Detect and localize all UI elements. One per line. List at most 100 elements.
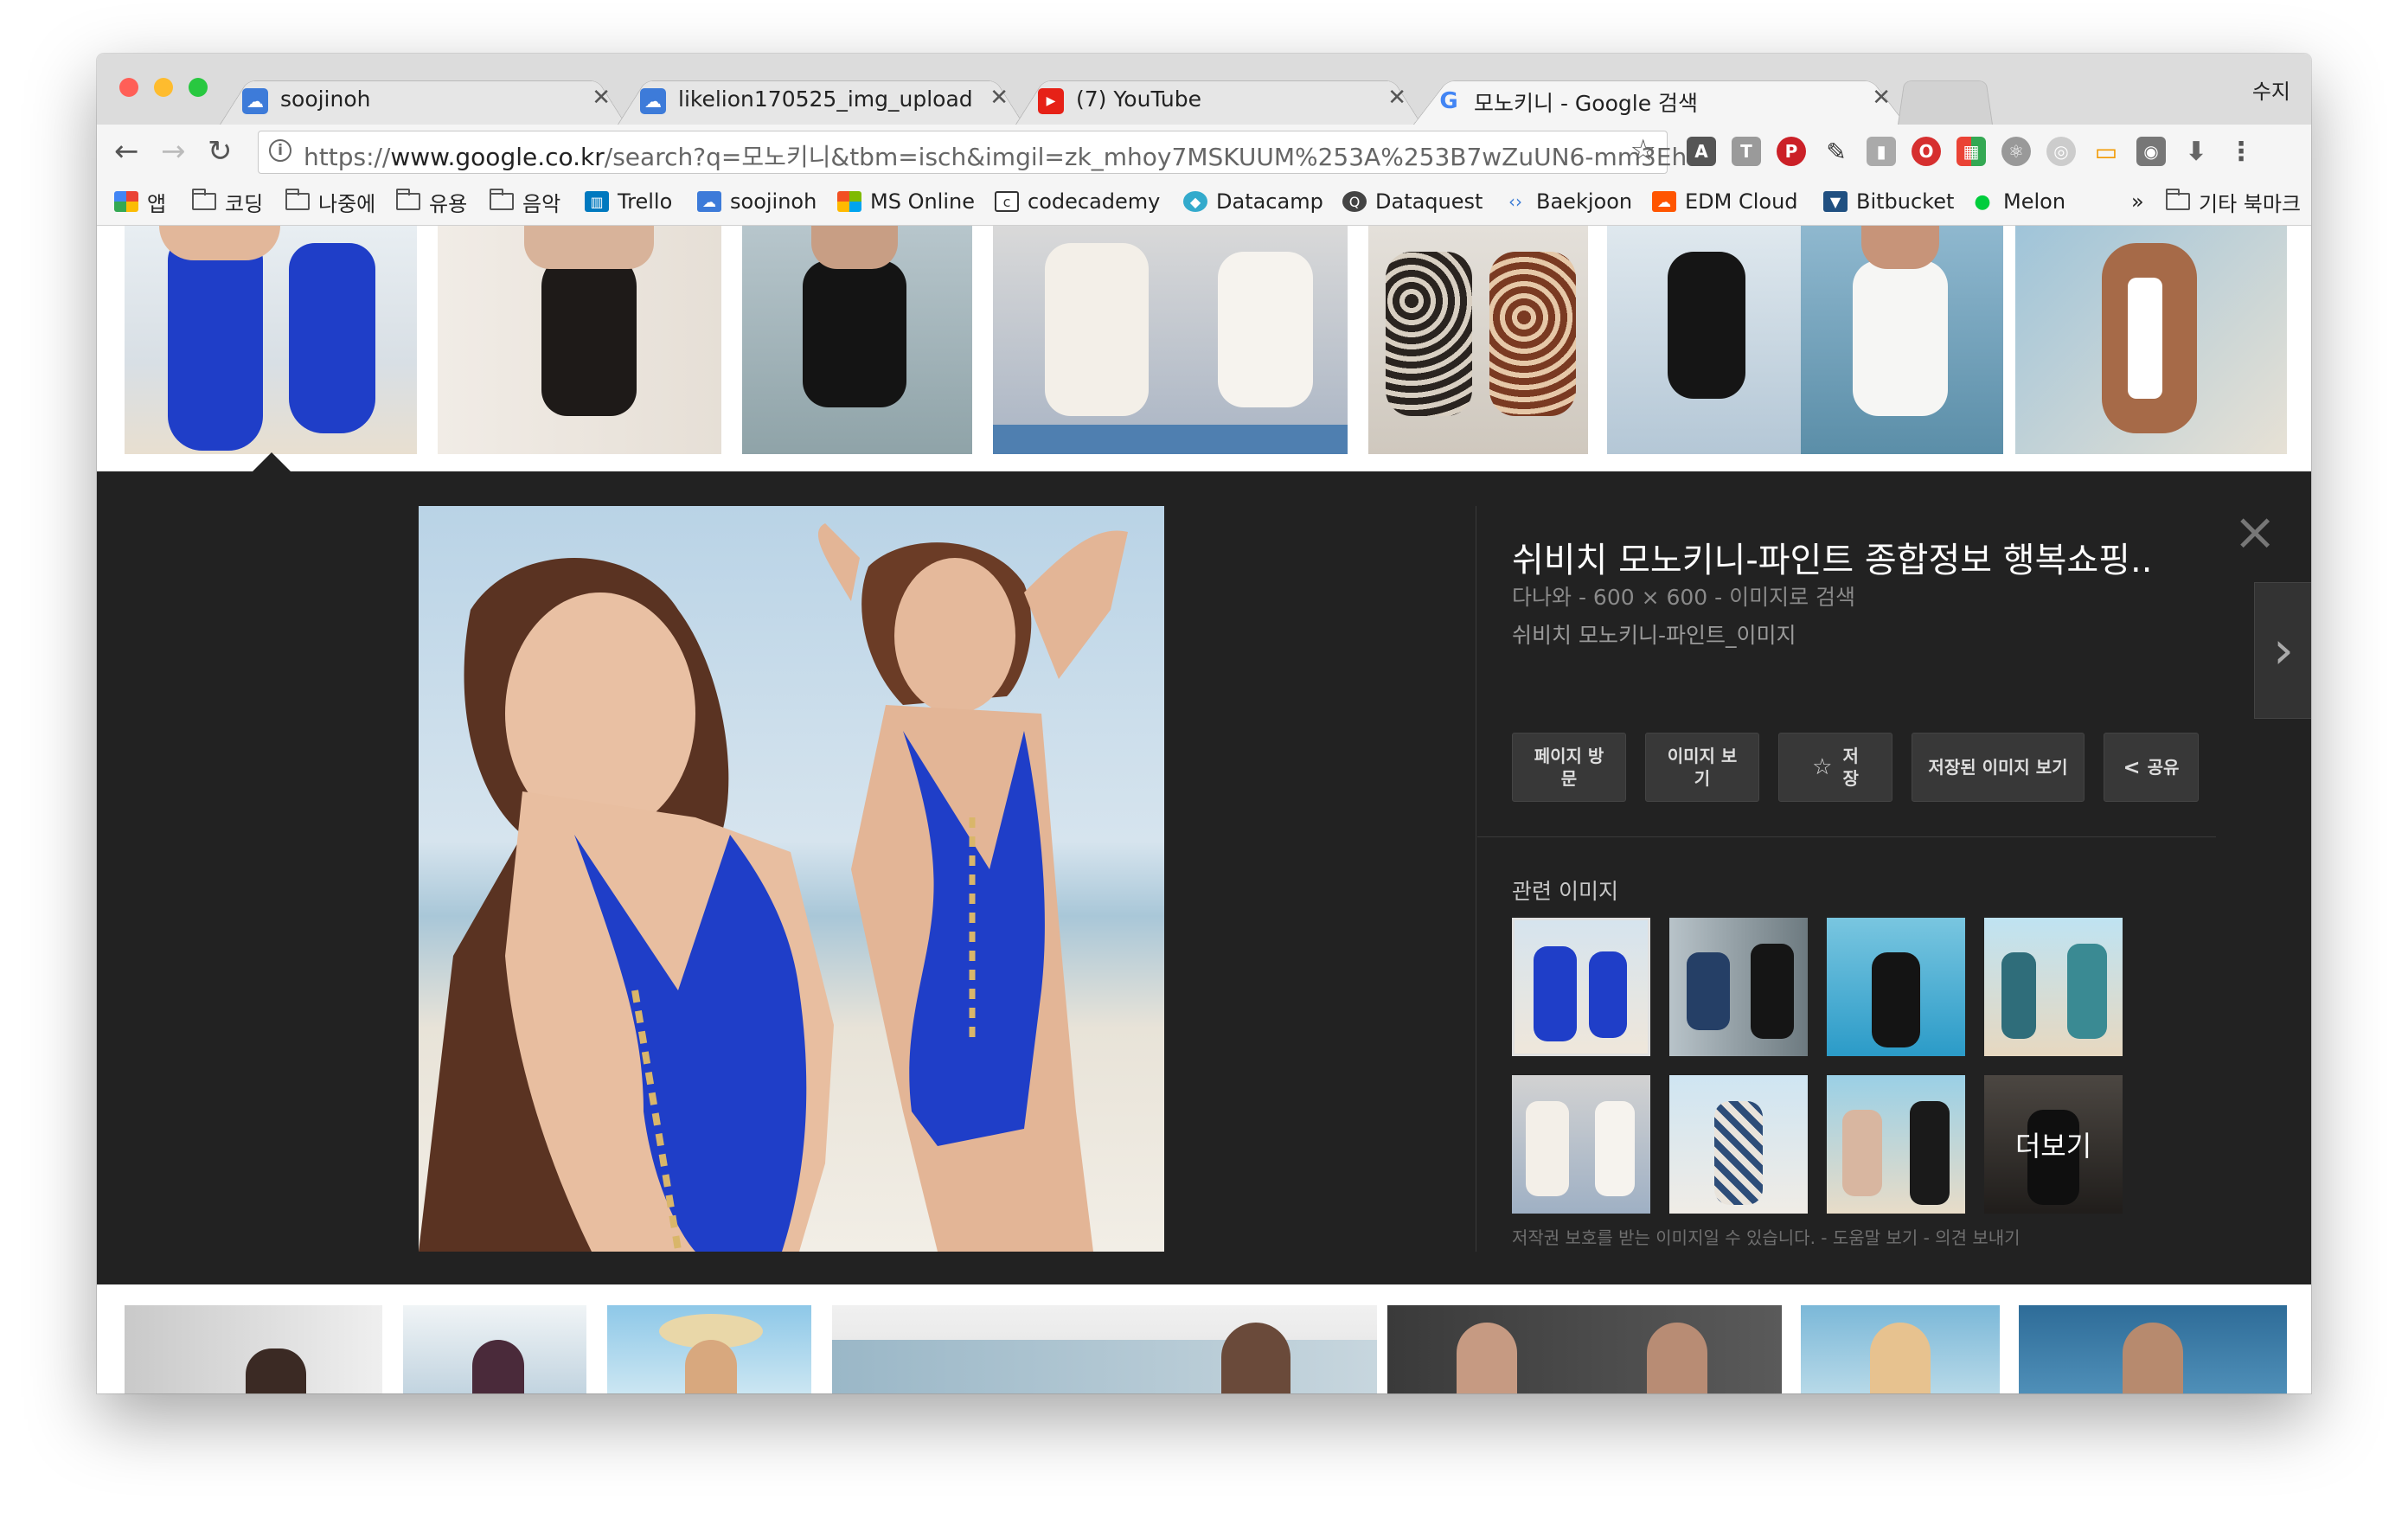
camera-icon[interactable]: ◉ [2136, 137, 2166, 166]
bookmark-codecademy[interactable]: c codecademy [995, 187, 1160, 216]
image-title[interactable]: 쉬비치 모노키니-파인트 종합정보 행복쇼핑.. [1512, 532, 2152, 582]
folder-icon [490, 189, 514, 210]
result-thumbnail[interactable] [993, 226, 1348, 454]
forward-arrow-icon[interactable]: → [161, 135, 186, 168]
minimize-window-button[interactable] [154, 78, 173, 97]
preview-image[interactable] [419, 506, 1164, 1252]
bookmark-label: MS Online [870, 189, 975, 214]
share-icon: < [2123, 755, 2141, 779]
result-thumbnail[interactable] [607, 1305, 811, 1393]
bookmark-melon[interactable]: ● Melon [1970, 187, 2065, 216]
close-icon[interactable]: × [2233, 506, 2277, 558]
result-thumbnail[interactable] [1801, 1305, 2000, 1393]
result-thumbnail[interactable] [438, 226, 721, 454]
bookmark-dataquest[interactable]: Q Dataquest [1342, 187, 1483, 216]
bookmark-folder-coding[interactable]: 코딩 [192, 187, 263, 216]
bookmarks-overflow-button[interactable]: » [2131, 187, 2144, 216]
circle-extension-icon[interactable]: ◎ [2046, 137, 2076, 166]
bookmark-folder-music[interactable]: 음악 [490, 187, 560, 216]
tab-likelion[interactable]: ☁ likelion170525_img_upload - C ✕ [618, 71, 1024, 125]
image-meta[interactable]: 다나와 - 600 × 600 - 이미지로 검색 [1512, 580, 1855, 612]
related-image[interactable] [1512, 1075, 1650, 1214]
related-image[interactable] [1827, 918, 1965, 1056]
result-thumbnail[interactable] [2015, 226, 2287, 454]
result-thumbnail[interactable] [742, 226, 972, 454]
result-thumbnail[interactable] [2019, 1305, 2287, 1393]
pinterest-icon[interactable]: P [1777, 137, 1806, 166]
result-thumbnail[interactable] [1368, 226, 1588, 454]
close-tab-icon[interactable]: ✕ [1872, 85, 1891, 111]
related-images-heading: 관련 이미지 [1512, 879, 1618, 904]
text-extension-icon[interactable]: T [1732, 137, 1761, 166]
address-bar[interactable]: i https://www.google.co.kr/search?q=모노키니… [258, 131, 1710, 174]
browser-toolbar: ← → ↻ i https://www.google.co.kr/search?… [97, 125, 2311, 178]
result-thumbnail[interactable] [832, 1305, 1377, 1393]
bookmark-edm-cloud[interactable]: ☁ EDM Cloud [1652, 187, 1798, 216]
chevron-right-icon: › [2273, 620, 2294, 681]
close-window-button[interactable] [119, 78, 138, 97]
view-image-button[interactable]: 이미지 보기 [1645, 733, 1759, 802]
download-icon[interactable]: ⬇ [2181, 137, 2211, 167]
tab-soojinoh[interactable]: ☁ soojinoh ✕ [220, 71, 626, 125]
more-label: 더보기 [1984, 1075, 2123, 1214]
result-thumbnail[interactable] [1607, 226, 1801, 454]
image-subtitle: 쉬비치 모노키니-파인트_이미지 [1512, 623, 1796, 648]
next-image-button[interactable]: › [2254, 582, 2311, 719]
melon-icon: ● [1974, 190, 1991, 213]
visit-page-button[interactable]: 페이지 방문 [1512, 733, 1626, 802]
result-thumbnail[interactable] [1801, 226, 2003, 454]
cloud-icon: ☁ [242, 88, 268, 114]
more-related-images-button[interactable]: 더보기 [1984, 1075, 2123, 1214]
tab-title: likelion170525_img_upload - C [678, 86, 972, 112]
related-image[interactable] [1669, 918, 1808, 1056]
bookmark-soojinoh[interactable]: ☁ soojinoh [697, 187, 817, 216]
close-tab-icon[interactable]: ✕ [989, 85, 1009, 111]
bookmark-folder-later[interactable]: 나중에 [285, 187, 375, 216]
info-icon[interactable]: i [269, 139, 291, 162]
more-vert-icon[interactable]: ⋮ [2226, 137, 2256, 167]
bookmark-folder-useful[interactable]: 유용 [396, 187, 467, 216]
saved-images-button[interactable]: 저장된 이미지 보기 [1912, 733, 2085, 802]
save-button[interactable]: ☆ 저장 [1778, 733, 1892, 802]
bookmark-ms-online[interactable]: MS Online [837, 187, 975, 216]
tab-google-search[interactable]: G 모노키니 - Google 검색 ✕ [1413, 71, 1906, 125]
youtube-icon: ▶ [1038, 88, 1064, 114]
url-text[interactable]: https://www.google.co.kr/search?q=모노키니&t… [304, 138, 1710, 173]
related-image-selected[interactable] [1512, 918, 1650, 1056]
bookmark-bitbucket[interactable]: ▼ Bitbucket [1823, 187, 1954, 216]
back-arrow-icon[interactable]: ← [114, 135, 139, 168]
bars-extension-icon[interactable]: ▮ [1867, 137, 1896, 166]
result-thumbnail[interactable] [125, 226, 417, 454]
bookmark-label: Bitbucket [1856, 189, 1955, 214]
star-icon[interactable]: ☆ [1630, 133, 1656, 168]
bookmark-datacamp[interactable]: ◆ Datacamp [1183, 187, 1323, 216]
eyedropper-icon[interactable]: ✎ [1822, 137, 1851, 166]
tab-youtube[interactable]: ▶ (7) YouTube ✕ [1015, 71, 1422, 125]
profile-name[interactable]: 수지 [2252, 74, 2290, 105]
result-thumbnail[interactable] [125, 1305, 382, 1393]
related-image[interactable] [1984, 918, 2123, 1056]
close-tab-icon[interactable]: ✕ [592, 85, 611, 111]
new-tab-button[interactable] [1898, 71, 1993, 125]
bookmark-trello[interactable]: ▥ Trello [585, 187, 672, 216]
bookmark-label: 기타 북마크 [2199, 191, 2302, 216]
share-button[interactable]: < 공유 [2104, 733, 2199, 802]
close-tab-icon[interactable]: ✕ [1387, 85, 1406, 111]
tab-title: soojinoh [280, 86, 371, 112]
save-label: 저장 [1842, 746, 1859, 789]
result-thumbnail[interactable] [1387, 1305, 1782, 1393]
translate-extension-icon[interactable]: A [1687, 137, 1716, 166]
result-thumbnail[interactable] [403, 1305, 586, 1393]
folder-extension-icon[interactable]: ▭ [2091, 137, 2121, 166]
related-image[interactable] [1669, 1075, 1808, 1214]
copyright-notice[interactable]: 저작권 보호를 받는 이미지일 수 있습니다. - 도움말 보기 - 의견 보내… [1512, 1224, 2021, 1249]
bookmark-apps[interactable]: 앱 [114, 187, 166, 216]
google-apps-extension-icon[interactable]: ▦ [1956, 137, 1986, 166]
related-image[interactable] [1827, 1075, 1965, 1214]
opera-icon[interactable]: O [1912, 137, 1941, 166]
zoom-window-button[interactable] [189, 78, 208, 97]
reload-icon[interactable]: ↻ [208, 135, 233, 168]
bookmark-other[interactable]: 기타 북마크 [2166, 187, 2301, 216]
bookmark-baekjoon[interactable]: ‹› Baekjoon [1503, 187, 1632, 216]
react-devtools-icon[interactable]: ⚛ [2001, 137, 2031, 166]
